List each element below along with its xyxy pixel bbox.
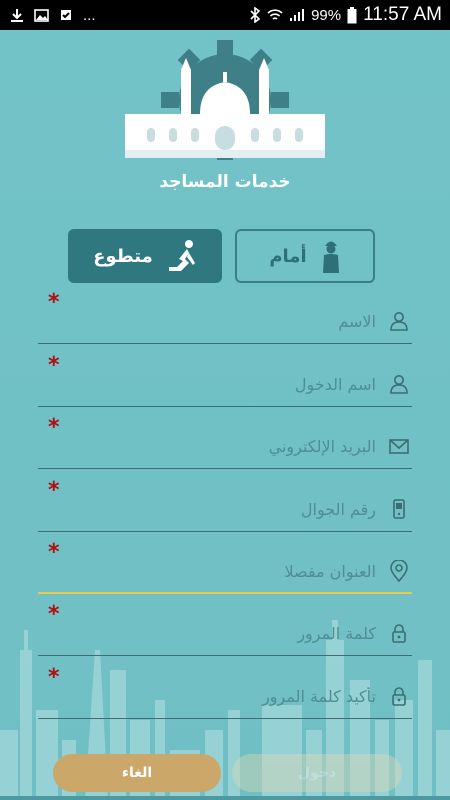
user-icon [390,312,408,331]
mobile-input[interactable] [56,500,376,519]
notification-icons: ... [10,7,96,24]
cancel-button-label: الغاء [121,765,153,781]
address-input[interactable] [56,562,376,581]
user-icon [390,375,408,394]
cancel-button[interactable]: الغاء [53,754,221,792]
app-title: خدمات المساجد [159,172,291,192]
password-input[interactable] [56,624,376,643]
password-field[interactable]: * [38,602,412,656]
login-button-label: دخول [297,765,337,781]
role-volunteer-label: متطوع [93,245,153,267]
email-field[interactable]: * [38,415,412,469]
battery-icon [347,6,357,23]
location-pin-icon [390,560,408,582]
phone-icon [393,499,405,519]
status-bar: ... 99% 11:57 AM [0,0,450,30]
confirm-password-input[interactable] [56,687,376,706]
mail-icon [389,439,409,454]
imam-icon [322,241,339,273]
task-icon [61,10,71,20]
bottom-accent-bar [0,796,450,800]
mobile-field[interactable]: * [38,478,412,532]
role-imam-label: أمام [269,245,307,267]
lock-icon [392,687,406,706]
address-field[interactable]: * [38,540,412,594]
signal-icon [290,9,305,21]
download-icon [11,9,23,22]
lock-icon [392,624,406,643]
username-input[interactable] [56,375,376,394]
role-volunteer-button[interactable]: متطوع [68,229,222,283]
praying-person-icon [168,240,195,271]
role-imam-button[interactable]: أمام [235,229,375,283]
system-icons: 99% 11:57 AM [249,4,442,26]
name-input[interactable] [56,312,376,331]
bluetooth-icon [250,7,261,23]
battery-percent: 99% [311,6,342,24]
name-field[interactable]: * [38,290,412,344]
clock: 11:57 AM [363,4,442,25]
login-button[interactable]: دخول [232,754,402,792]
image-icon [34,8,49,22]
more-notifications: ... [83,6,96,24]
email-input[interactable] [56,437,376,456]
username-field[interactable]: * [38,353,412,407]
wifi-icon [267,9,283,20]
mosque-logo [125,40,325,160]
confirm-password-field[interactable]: * [38,665,412,719]
